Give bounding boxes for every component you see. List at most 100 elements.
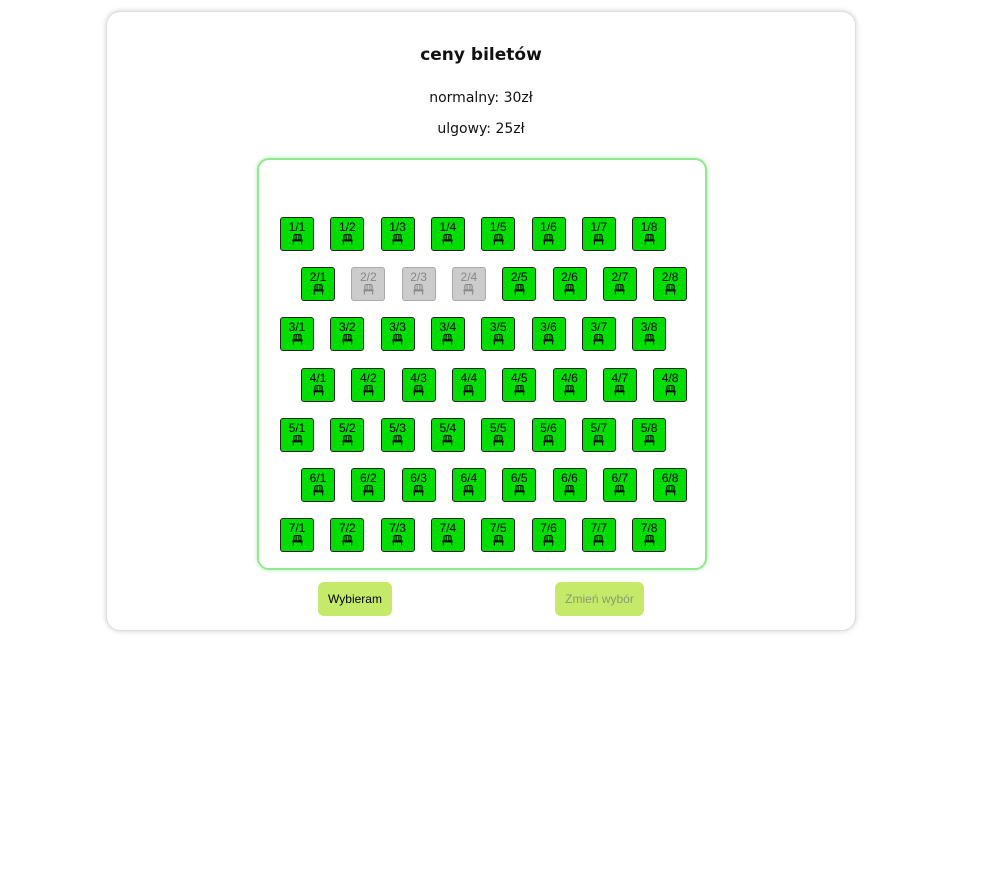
seat-7-2[interactable]: 7/2 — [330, 518, 365, 553]
seat-2-7[interactable]: 2/7 — [602, 267, 637, 302]
seat-1-8[interactable]: 1/8 — [632, 217, 667, 251]
seat-7-7[interactable]: 7/7 — [581, 518, 616, 553]
armchair-icon — [503, 485, 535, 496]
seat-label: 5/4 — [439, 420, 457, 435]
seat-label: 6/7 — [611, 471, 629, 485]
armchair-icon — [583, 234, 615, 245]
seat-label: 1/7 — [590, 220, 608, 234]
seat-label: 3/4 — [439, 320, 457, 335]
seat-5-2[interactable]: 5/2 — [330, 417, 365, 452]
seat-label: 1/8 — [640, 220, 658, 234]
armchair-icon — [482, 535, 514, 546]
booking-card: ceny biletów normalny: 30zł ulgowy: 25zł… — [106, 11, 856, 631]
seat-7-6[interactable]: 7/6 — [531, 518, 566, 553]
seat-label: 4/3 — [410, 370, 427, 385]
armchair-icon — [554, 284, 586, 295]
seat-label: 7/3 — [389, 521, 406, 536]
seat-4-7[interactable]: 4/7 — [602, 367, 637, 402]
armchair-icon — [382, 334, 414, 345]
seat-7-8[interactable]: 7/8 — [632, 518, 667, 553]
seat-7-5[interactable]: 7/5 — [481, 518, 516, 553]
seat-3-3[interactable]: 3/3 — [380, 317, 415, 352]
seat-4-2[interactable]: 4/2 — [351, 367, 386, 402]
seat-3-2[interactable]: 3/2 — [330, 317, 365, 352]
seat-label: 7/7 — [590, 521, 608, 536]
seat-1-5[interactable]: 1/5 — [481, 217, 516, 251]
seat-3-4[interactable]: 3/4 — [430, 317, 465, 352]
seat-4-3[interactable]: 4/3 — [401, 367, 436, 402]
seat-6-5[interactable]: 6/5 — [502, 468, 537, 502]
seat-3-5[interactable]: 3/5 — [481, 317, 516, 352]
armchair-icon — [533, 334, 565, 345]
seat-3-1[interactable]: 3/1 — [280, 317, 314, 352]
seat-6-1[interactable]: 6/1 — [301, 468, 335, 502]
seat-7-3[interactable]: 7/3 — [380, 518, 415, 553]
seat-2-6[interactable]: 2/6 — [552, 267, 587, 302]
seat-1-6[interactable]: 1/6 — [531, 217, 566, 251]
seat-6-3[interactable]: 6/3 — [401, 468, 436, 502]
seat-label: 7/5 — [489, 521, 507, 536]
seat-6-6[interactable]: 6/6 — [552, 468, 587, 502]
seat-2-1[interactable]: 2/1 — [301, 267, 335, 302]
seat-7-4[interactable]: 7/4 — [430, 518, 465, 553]
seat-label: 2/4 — [460, 270, 478, 285]
armchair-icon — [604, 485, 636, 496]
seat-2-8[interactable]: 2/8 — [653, 267, 688, 302]
seat-label: 7/1 — [288, 521, 306, 536]
seat-label: 1/1 — [288, 220, 306, 234]
seat-4-6[interactable]: 4/6 — [552, 367, 587, 402]
seat-4-5[interactable]: 4/5 — [502, 367, 537, 402]
seat-label: 2/2 — [359, 270, 377, 285]
seat-2-5[interactable]: 2/5 — [502, 267, 537, 302]
seat-3-8[interactable]: 3/8 — [632, 317, 667, 352]
seat-6-2[interactable]: 6/2 — [351, 468, 386, 502]
seat-label: 3/7 — [590, 320, 608, 335]
seat-6-8[interactable]: 6/8 — [653, 468, 688, 502]
armchair-icon — [281, 535, 313, 546]
seat-3-6[interactable]: 3/6 — [531, 317, 566, 352]
seat-label: 1/4 — [439, 220, 457, 234]
seat-1-2[interactable]: 1/2 — [330, 217, 365, 251]
seat-label: 4/1 — [309, 370, 327, 385]
seat-1-7[interactable]: 1/7 — [581, 217, 616, 251]
seat-5-4[interactable]: 5/4 — [430, 417, 465, 452]
change-selection-button[interactable]: Zmień wybór — [555, 582, 644, 616]
armchair-icon — [281, 234, 313, 245]
seat-5-7[interactable]: 5/7 — [581, 417, 616, 452]
seat-5-6[interactable]: 5/6 — [531, 417, 566, 452]
seat-label: 4/2 — [359, 370, 377, 385]
armchair-icon — [432, 234, 464, 245]
seat-2-2: 2/2 — [351, 267, 386, 302]
choose-button[interactable]: Wybieram — [318, 582, 392, 616]
seat-label: 6/3 — [410, 471, 427, 485]
seat-2-3: 2/3 — [401, 267, 436, 302]
seat-1-3[interactable]: 1/3 — [380, 217, 415, 251]
seat-3-7[interactable]: 3/7 — [581, 317, 616, 352]
seat-label: 1/2 — [338, 220, 356, 234]
seat-4-4[interactable]: 4/4 — [451, 367, 486, 402]
seat-1-4[interactable]: 1/4 — [430, 217, 465, 251]
seat-label: 6/6 — [561, 471, 578, 485]
page-title: ceny biletów — [420, 45, 542, 65]
seat-label: 6/4 — [460, 471, 478, 485]
seat-label: 7/6 — [540, 521, 557, 536]
seat-6-7[interactable]: 6/7 — [602, 468, 637, 502]
seat-6-4[interactable]: 6/4 — [451, 468, 486, 502]
armchair-icon — [331, 334, 363, 345]
seat-5-5[interactable]: 5/5 — [481, 417, 516, 452]
seat-4-1[interactable]: 4/1 — [301, 367, 335, 402]
seat-label: 5/7 — [590, 420, 608, 435]
seat-label: 7/2 — [338, 521, 356, 536]
seat-label: 1/6 — [540, 220, 557, 234]
seat-5-1[interactable]: 5/1 — [280, 417, 314, 452]
seat-1-1[interactable]: 1/1 — [280, 217, 314, 251]
seat-5-8[interactable]: 5/8 — [632, 417, 667, 452]
seat-5-3[interactable]: 5/3 — [380, 417, 415, 452]
seat-label: 5/2 — [338, 420, 356, 435]
seat-label: 2/3 — [410, 270, 427, 285]
seat-label: 2/1 — [309, 270, 327, 285]
seat-7-1[interactable]: 7/1 — [280, 518, 314, 553]
seat-4-8[interactable]: 4/8 — [653, 367, 688, 402]
armchair-icon — [432, 434, 464, 446]
armchair-icon — [482, 334, 514, 345]
